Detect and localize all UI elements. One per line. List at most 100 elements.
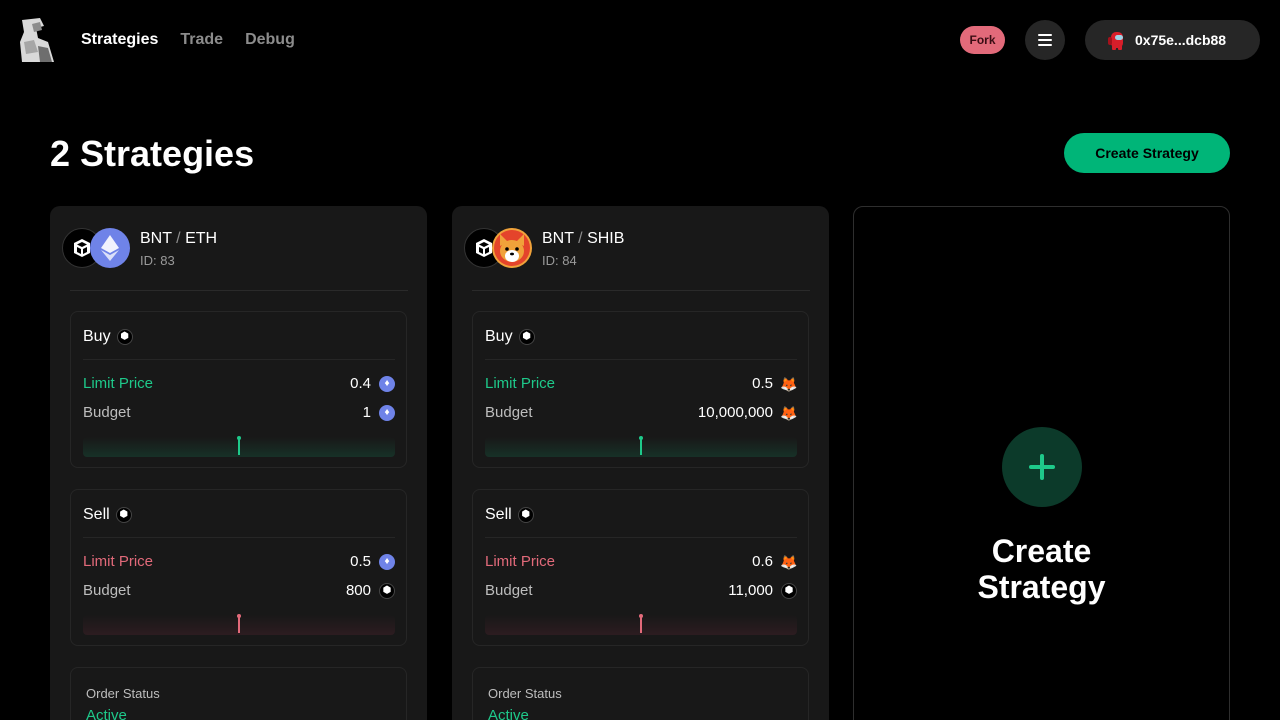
budget-label: Budget	[83, 404, 131, 421]
wallet-avatar-icon	[1108, 32, 1123, 50]
budget-label: Budget	[485, 582, 533, 599]
limit-price-value: 0.5	[752, 375, 773, 392]
buy-label: Buy	[83, 328, 111, 345]
base-token: BNT	[140, 230, 172, 247]
strategy-card: BNT / SHIB ID: 84 Buy ⬢ Limit Price 0.5 🦊…	[452, 206, 829, 720]
limit-price-value: 0.4	[350, 375, 371, 392]
order-title: Buy ⬢	[485, 328, 535, 346]
shib-icon: 🦊	[780, 375, 798, 392]
fork-badge: Fork	[960, 26, 1005, 54]
bnt-icon: ⬢	[379, 582, 395, 599]
status-label: Order Status	[488, 686, 562, 701]
main-nav: Strategies Trade Debug	[81, 30, 317, 50]
budget-value: 800	[345, 582, 371, 599]
price-marker	[237, 614, 241, 633]
limit-price-row: Limit Price 0.4 ♦	[83, 375, 395, 392]
divider	[83, 537, 395, 538]
divider	[472, 290, 810, 291]
sell-label: Sell	[485, 506, 512, 523]
sell-label: Sell	[83, 506, 110, 523]
limit-price-label: Limit Price	[83, 553, 154, 570]
nav-strategies[interactable]: Strategies	[81, 30, 158, 50]
plus-icon	[1002, 427, 1082, 507]
price-range-bar	[83, 436, 395, 457]
price-range-bar	[485, 436, 797, 457]
status-value: Active	[488, 707, 529, 720]
budget-row: Budget 11,000 ⬢	[485, 582, 797, 599]
strategy-id: ID: 84	[542, 253, 577, 268]
page-title: 2 Strategies	[50, 133, 255, 174]
budget-value: 10,000,000	[697, 404, 773, 421]
menu-button[interactable]	[1025, 20, 1065, 60]
budget-row: Budget 800 ⬢	[83, 582, 395, 599]
create-strategy-card[interactable]: Create Strategy	[853, 206, 1230, 720]
bnt-icon: ⬢	[116, 329, 133, 345]
budget-label: Budget	[83, 582, 131, 599]
nav-debug[interactable]: Debug	[245, 30, 295, 50]
limit-price-row: Limit Price 0.5 ♦	[83, 553, 395, 570]
nav-trade[interactable]: Trade	[180, 30, 223, 50]
pair-name: BNT / SHIB	[542, 230, 624, 248]
token-pair	[464, 228, 544, 268]
limit-price-label: Limit Price	[485, 553, 556, 570]
pair-name: BNT / ETH	[140, 230, 217, 248]
limit-price-value: 0.6	[752, 553, 773, 570]
top-bar: Strategies Trade Debug Fork 0x75e...dcb8…	[0, 0, 1280, 80]
eth-icon: ♦	[379, 375, 395, 392]
create-label-line2: Strategy	[977, 569, 1106, 605]
bnt-icon: ⬢	[781, 582, 797, 599]
buy-order: Buy ⬢ Limit Price 0.5 🦊 Budget 10,000,000…	[472, 311, 809, 468]
create-strategy-button[interactable]: Create Strategy	[1064, 133, 1230, 173]
create-strategy-label: Create Strategy	[854, 533, 1229, 605]
strategy-card: BNT / ETH ID: 83 Buy ⬢ Limit Price 0.4 ♦ …	[50, 206, 427, 720]
shib-icon	[492, 228, 532, 268]
buy-order: Buy ⬢ Limit Price 0.4 ♦ Budget 1 ♦	[70, 311, 407, 468]
budget-label: Budget	[485, 404, 533, 421]
token-pair	[62, 228, 142, 268]
divider	[485, 359, 797, 360]
pair-separator: /	[176, 230, 181, 247]
sell-order: Sell ⬢ Limit Price 0.5 ♦ Budget 800 ⬢	[70, 489, 407, 646]
bnt-icon: ⬢	[517, 507, 534, 523]
strategy-header: BNT / SHIB ID: 84	[464, 228, 804, 268]
limit-price-row: Limit Price 0.6 🦊	[485, 553, 798, 570]
eth-icon: ♦	[379, 404, 395, 421]
create-label-line1: Create	[991, 533, 1092, 569]
order-title: Sell ⬢	[485, 506, 534, 524]
quote-token: SHIB	[587, 230, 625, 247]
limit-price-row: Limit Price 0.5 🦊	[485, 375, 798, 392]
carbon-logo-icon[interactable]	[18, 18, 56, 62]
status-value: Active	[86, 707, 127, 720]
order-status: Order Status Active	[472, 667, 809, 720]
budget-value: 1	[362, 404, 371, 421]
divider	[83, 359, 395, 360]
price-marker	[639, 614, 643, 633]
strategy-header: BNT / ETH ID: 83	[62, 228, 402, 268]
base-token: BNT	[542, 230, 574, 247]
price-marker	[639, 436, 643, 455]
pair-separator: /	[578, 230, 583, 247]
wallet-button[interactable]: 0x75e...dcb88	[1085, 20, 1260, 60]
eth-icon	[90, 228, 130, 268]
divider	[485, 537, 797, 538]
strategy-id: ID: 83	[140, 253, 175, 268]
price-range-bar	[485, 614, 797, 635]
budget-row: Budget 1 ♦	[83, 404, 395, 421]
quote-token: ETH	[185, 230, 218, 247]
eth-icon: ♦	[379, 553, 395, 570]
limit-price-label: Limit Price	[83, 375, 154, 392]
limit-price-label: Limit Price	[485, 375, 556, 392]
shib-icon: 🦊	[780, 553, 798, 570]
bnt-icon: ⬢	[518, 329, 535, 345]
price-marker	[237, 436, 241, 455]
shib-icon: 🦊	[780, 404, 798, 421]
limit-price-value: 0.5	[350, 553, 371, 570]
budget-row: Budget 10,000,000 🦊	[485, 404, 798, 421]
budget-value: 11,000	[728, 582, 773, 599]
sell-order: Sell ⬢ Limit Price 0.6 🦊 Budget 11,000 ⬢	[472, 489, 809, 646]
hamburger-icon	[1038, 34, 1052, 46]
bnt-icon: ⬢	[115, 507, 132, 523]
price-range-bar	[83, 614, 395, 635]
status-label: Order Status	[86, 686, 160, 701]
order-title: Sell ⬢	[83, 506, 132, 524]
